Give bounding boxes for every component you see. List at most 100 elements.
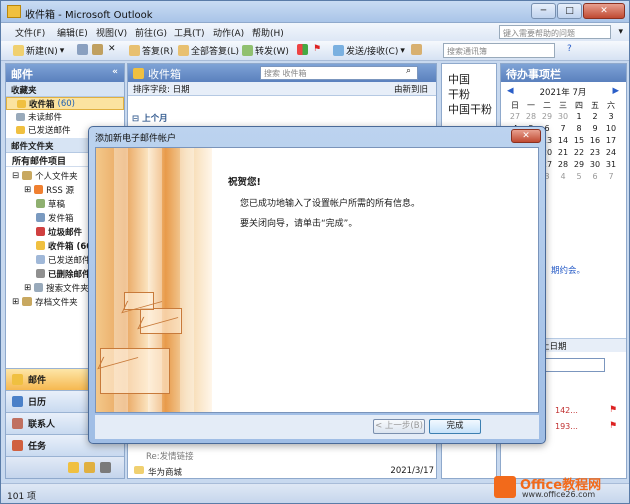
envelope-icon <box>124 292 154 310</box>
back-button[interactable]: < 上一步(B) <box>373 419 425 434</box>
mail-icon <box>12 374 23 385</box>
finish-button[interactable]: 完成 <box>429 419 481 434</box>
reply-icon <box>129 45 140 56</box>
office-logo-icon <box>494 476 516 498</box>
preview-text-line: 中国 <box>448 73 470 86</box>
new-mail-icon <box>13 45 24 56</box>
menu-go[interactable]: 前往(G) <box>135 26 167 39</box>
menu-file[interactable]: 文件(F) <box>15 26 45 39</box>
rss-icon <box>34 185 44 194</box>
search-folder-icon <box>34 283 44 292</box>
due-item[interactable]: 142... <box>555 406 578 415</box>
toolbar: 新建(N) ▾ ✕ 答复(R) 全部答复(L) 转发(W) ⚑ 发送/接收(C) ▾… <box>1 41 629 61</box>
dialog-message: 您已成功地输入了设置帐户所需的所有信息。 <box>240 199 421 209</box>
outbox-icon <box>36 213 45 222</box>
dialog-title: 添加新电子邮件帐户 <box>95 134 177 144</box>
shortcuts-icon[interactable] <box>100 462 111 473</box>
menu-actions[interactable]: 动作(A) <box>213 26 244 39</box>
folder-archive[interactable]: ⊞ 存档文件夹 <box>12 295 78 308</box>
folder-list-icon[interactable] <box>84 462 95 473</box>
appointments-note[interactable]: 期约会。 <box>551 264 585 276</box>
print-icon[interactable] <box>77 44 88 55</box>
due-item[interactable]: 193... <box>555 422 578 431</box>
prev-month-icon[interactable]: ◀ <box>507 86 514 96</box>
help-search-input[interactable]: 键入需要帮助的问题 <box>499 25 611 39</box>
nav-shortcuts-bar <box>6 456 124 478</box>
nav-header: 邮件 « <box>6 64 124 82</box>
drafts-icon <box>36 199 45 208</box>
week-row: 27 28 29 30 1 2 3 <box>509 112 614 121</box>
favorite-unread[interactable]: 未读邮件 <box>6 110 124 123</box>
favorite-inbox[interactable]: 收件箱 (60) <box>6 97 124 110</box>
envelope-icon <box>140 308 182 334</box>
inbox-icon <box>133 68 144 79</box>
minimize-button[interactable]: ─ <box>531 3 556 19</box>
dialog-instruction: 要关闭向导，请单击“完成”。 <box>240 219 358 229</box>
move-icon[interactable] <box>92 44 103 55</box>
flag-icon[interactable]: ⚑ <box>313 44 321 54</box>
envelope-icon <box>100 348 170 394</box>
window-title: 收件箱 - Microsoft Outlook <box>25 10 153 21</box>
help-dropdown-icon[interactable]: ▾ <box>618 27 623 37</box>
close-button[interactable]: ✕ <box>583 3 625 19</box>
folder-drafts[interactable]: 草稿 <box>36 197 65 210</box>
reply-all-button[interactable]: 全部答复(L) <box>178 44 239 57</box>
reply-button[interactable]: 答复(R) <box>129 44 173 57</box>
search-folder-icon <box>16 113 25 121</box>
folder-personal[interactable]: ⊟ 个人文件夹 <box>12 169 78 182</box>
collapse-icon[interactable]: « <box>112 67 118 77</box>
delete-icon[interactable]: ✕ <box>108 44 116 54</box>
flag-icon[interactable]: ⚑ <box>609 405 617 415</box>
trash-icon <box>36 269 45 278</box>
maximize-button[interactable]: □ <box>557 3 582 19</box>
folder-rss[interactable]: ⊞ RSS 源 <box>24 183 74 196</box>
group-header[interactable]: ⊟ 上个月 <box>132 112 432 124</box>
personal-folders-icon <box>22 171 33 180</box>
notes-icon[interactable] <box>68 462 79 473</box>
junk-icon <box>36 227 45 236</box>
next-month-icon[interactable]: ▶ <box>612 86 619 96</box>
wizard-banner-image <box>96 148 212 412</box>
new-task-input[interactable] <box>541 358 605 372</box>
send-receive-button[interactable]: 发送/接收(C) ▾ <box>333 44 405 57</box>
dialog-heading: 祝贺您! <box>228 177 261 188</box>
archive-icon <box>22 297 33 306</box>
dialog-footer: < 上一步(B) 完成 <box>95 415 539 439</box>
sort-bar[interactable]: 排序字段: 日期 由新到旧 <box>128 82 436 96</box>
folder-icon <box>16 126 25 134</box>
dialog-close-button[interactable]: ✕ <box>511 129 541 143</box>
menu-view[interactable]: 视图(V) <box>96 26 127 39</box>
favorites-section-title: 收藏夹 <box>6 82 124 97</box>
send-receive-icon <box>333 45 344 56</box>
forward-button[interactable]: 转发(W) <box>242 44 289 57</box>
watermark-url: www.office26.com <box>522 490 596 499</box>
tasks-icon <box>12 440 23 451</box>
list-header: 收件箱 搜索 收件箱 ⌕ <box>128 64 436 82</box>
mail-subject-partial[interactable]: Re:发情链接 <box>146 450 446 462</box>
new-button[interactable]: 新建(N) ▾ <box>13 44 64 57</box>
menu-tools[interactable]: 工具(T) <box>174 26 205 39</box>
menu-help[interactable]: 帮助(H) <box>252 26 284 39</box>
search-contacts-input[interactable]: 搜索通讯簿 <box>443 43 555 58</box>
folder-junk[interactable]: 垃圾邮件 <box>36 225 82 238</box>
menu-bar: 文件(F) 编辑(E) 视图(V) 前往(G) 工具(T) 动作(A) 帮助(H… <box>1 23 629 41</box>
folder-sent[interactable]: 已发送邮件 <box>36 253 91 266</box>
address-book-icon[interactable] <box>411 44 422 55</box>
preview-text-line: 干粉 <box>448 88 470 101</box>
title-bar: 收件箱 - Microsoft Outlook ─ □ ✕ <box>1 1 629 23</box>
search-icon[interactable]: ⌕ <box>406 66 411 76</box>
menu-edit[interactable]: 编辑(E) <box>57 26 88 39</box>
preview-text-line: 中国干粉 <box>448 103 492 116</box>
folder-search[interactable]: ⊞ 搜索文件夹 <box>24 281 89 294</box>
flag-icon[interactable]: ⚑ <box>609 421 617 431</box>
reply-all-icon <box>178 45 189 56</box>
sent-icon <box>36 255 45 264</box>
calendar-icon <box>12 396 23 407</box>
folder-deleted[interactable]: 已删除邮件 <box>36 267 91 280</box>
help-icon[interactable]: ? <box>567 44 572 54</box>
categorize-icon[interactable] <box>297 44 308 55</box>
inbox-search-input[interactable]: 搜索 收件箱 <box>260 66 418 80</box>
mail-row[interactable]: 华为商城 2021/3/17 <box>134 466 434 478</box>
folder-outbox[interactable]: 发件箱 <box>36 211 74 224</box>
inbox-icon <box>7 5 21 18</box>
